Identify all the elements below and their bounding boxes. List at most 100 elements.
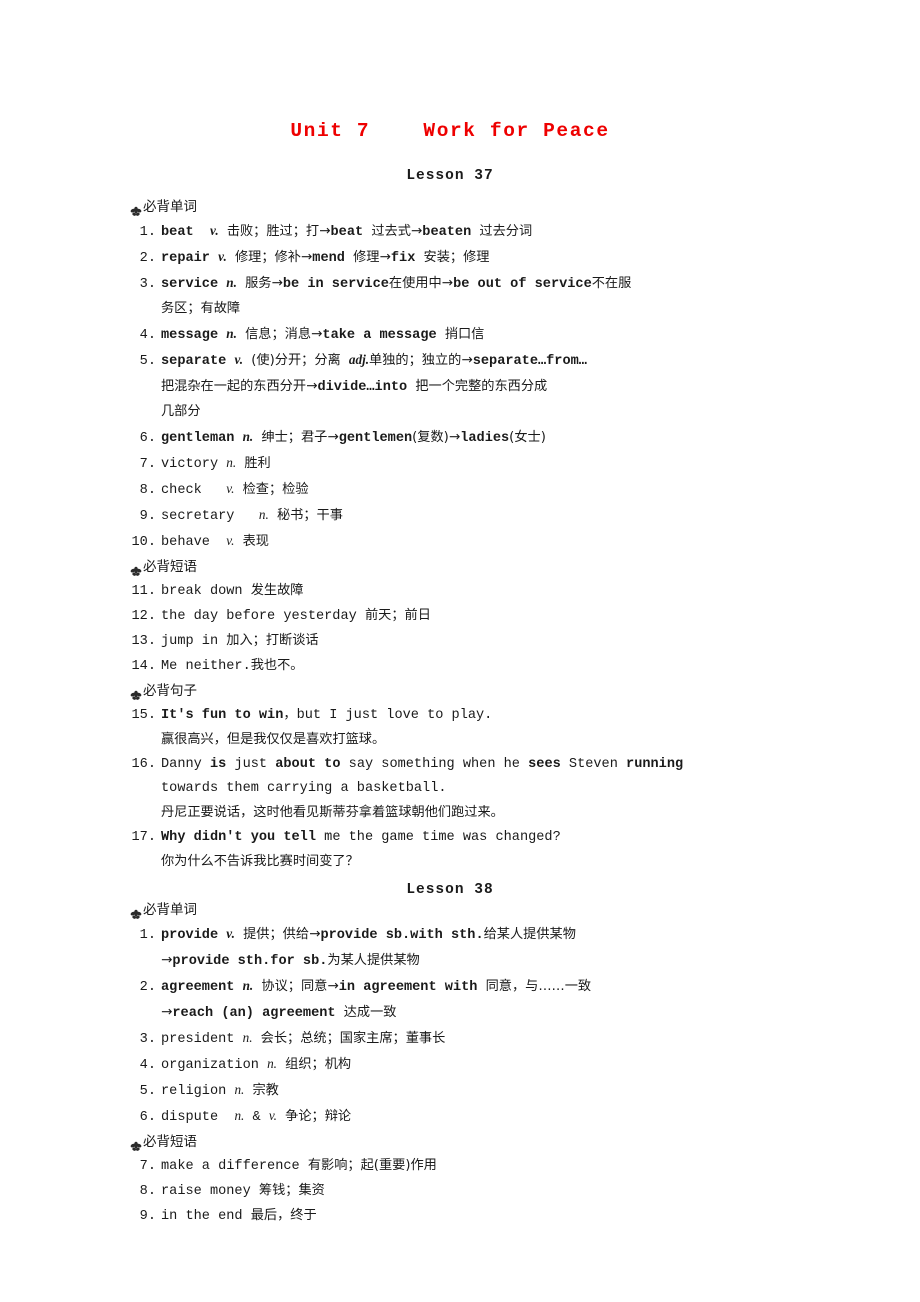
text-run (341, 354, 349, 369)
vocab-entry: 3. president n. 会长；总统；国家主席；董事长 (130, 1026, 770, 1052)
text-run: → (306, 378, 318, 394)
text-run: Me neither. (161, 659, 251, 674)
text-run: n. (234, 1107, 245, 1123)
text-run: 前天；前日 (364, 608, 431, 623)
text-run: take a message (322, 328, 437, 343)
text-run (477, 980, 485, 995)
text-run: → (319, 223, 331, 239)
text-run: organization (161, 1057, 259, 1073)
entry-body: service n. 服务→be in service在使用中→be out o… (161, 271, 770, 297)
text-run: reach (an) agreement (172, 1005, 336, 1021)
entry-body: check v. 检查；检验 (161, 477, 770, 503)
flower-bullet-icon (130, 905, 142, 919)
text-run: → (271, 275, 283, 291)
text-run: 有影响；起(重要)作用 (307, 1157, 437, 1173)
entry-number: 6. (139, 1109, 156, 1125)
lesson-container: Lesson 37 必背单词 1. beat v. 击败；胜过；打→beat 过去式→… (130, 142, 770, 1229)
text-run: (女士) (509, 430, 546, 445)
text-run: ， (283, 707, 297, 722)
vocab-entry: 11. break down 发生故障 (130, 579, 770, 604)
entry-body: agreement n. 协议；同意→in agreement with 同意，… (161, 974, 770, 1000)
text-run: check (161, 483, 202, 498)
text-run: secretary (161, 509, 235, 524)
entry-number: 12. (131, 609, 156, 624)
text-run: me the game time was changed? (316, 830, 561, 845)
text-run: → (441, 275, 454, 291)
text-run: n. (242, 1029, 253, 1045)
text-run: 绅士；君子 (261, 430, 328, 445)
text-run: → (161, 951, 173, 968)
flower-bullet-icon (130, 202, 142, 216)
entry-body: raise money 筹钱；集资 (161, 1179, 770, 1204)
text-run (234, 1032, 242, 1047)
text-run (252, 1032, 260, 1047)
entry-number: 8. (139, 483, 156, 498)
vocab-entry: 16. Danny is just about to say something … (130, 753, 770, 777)
text-run: & (244, 1109, 269, 1125)
text-run: 击败；胜过；打 (226, 224, 320, 239)
text-run: raise money (161, 1183, 251, 1199)
text-run: v. (268, 1107, 277, 1123)
text-run: n. (234, 1081, 245, 1097)
vocab-entry: 5. religion n. 宗教 (130, 1078, 770, 1104)
vocab-entry: 15. It's fun to win，but I just love to pl… (130, 703, 770, 728)
text-run: 赢很高兴，但是我仅仅是喜欢打篮球。 (161, 732, 386, 747)
text-run: n. (242, 429, 254, 444)
document-page: Unit 7 Work for Peace Lesson 37 必背单词 1. bea… (0, 0, 920, 1302)
text-run: provide sb.with sth. (320, 927, 484, 943)
text-run (415, 251, 423, 266)
text-run: 达成一致 (343, 1004, 397, 1020)
text-run (219, 225, 227, 240)
entry-number: 9. (139, 1208, 156, 1224)
section-label: 必背短语 (143, 559, 197, 575)
text-run: → (461, 352, 473, 368)
text-run: agreement (161, 979, 235, 995)
text-run (357, 609, 365, 624)
entry-number: 8. (139, 1183, 156, 1199)
entry-body: Me neither.我也不。 (161, 654, 770, 679)
text-run: → (327, 429, 339, 445)
entry-body: behave v. 表现 (161, 529, 770, 555)
entry-continuation-line: →provide sth.for sb.为某人提供某物 (130, 948, 770, 974)
entry-number: 16. (131, 757, 156, 772)
text-run (259, 1058, 267, 1073)
text-run: 争论；辩论 (285, 1108, 352, 1124)
text-run: 同意，与……一致 (485, 978, 592, 994)
text-run: → (410, 223, 423, 239)
text-run (234, 509, 258, 524)
text-run: 捎口信 (444, 327, 485, 342)
section-label: 必背句子 (143, 683, 197, 699)
text-run: separate…from… (472, 354, 587, 369)
entry-number: 11. (131, 584, 156, 599)
text-run (210, 535, 226, 550)
section-heading: 必背单词 (130, 898, 770, 922)
text-run: 不在服 (591, 276, 632, 291)
text-run: the day before yesterday (161, 609, 357, 624)
entry-number: 1. (139, 225, 156, 240)
text-run: victory (161, 457, 219, 472)
text-run: beat (330, 225, 364, 240)
entry-number: 10. (131, 535, 156, 550)
text-run: → (161, 1003, 173, 1020)
text-run: 筹钱；集资 (258, 1182, 325, 1198)
text-run: n. (258, 507, 269, 522)
text-run: 过去分词 (479, 224, 533, 239)
text-run (218, 1110, 234, 1125)
entry-continuation-line: 你为什么不告诉我比赛时间变了？ (130, 850, 770, 875)
entry-body: religion n. 宗教 (161, 1078, 770, 1104)
text-run: break down (161, 584, 243, 599)
section-label: 必背单词 (143, 199, 197, 215)
flower-bullet-icon (130, 1137, 142, 1151)
text-run: gentleman (161, 431, 235, 446)
text-run: n. (267, 1055, 277, 1071)
text-run (243, 584, 251, 599)
text-run: about to (275, 757, 341, 772)
text-run: provide sth.for sb. (172, 953, 328, 969)
entry-continuation-line: 把混杂在一起的东西分开→divide…into 把一个完整的东西分成 (130, 374, 770, 400)
entry-body: in the end 最后，终于 (161, 1204, 770, 1229)
text-run (194, 225, 210, 240)
section-heading: 必背句子 (130, 679, 770, 703)
section-label: 必背单词 (143, 901, 197, 918)
text-run (277, 1058, 285, 1073)
section-heading: 必背短语 (130, 555, 770, 579)
